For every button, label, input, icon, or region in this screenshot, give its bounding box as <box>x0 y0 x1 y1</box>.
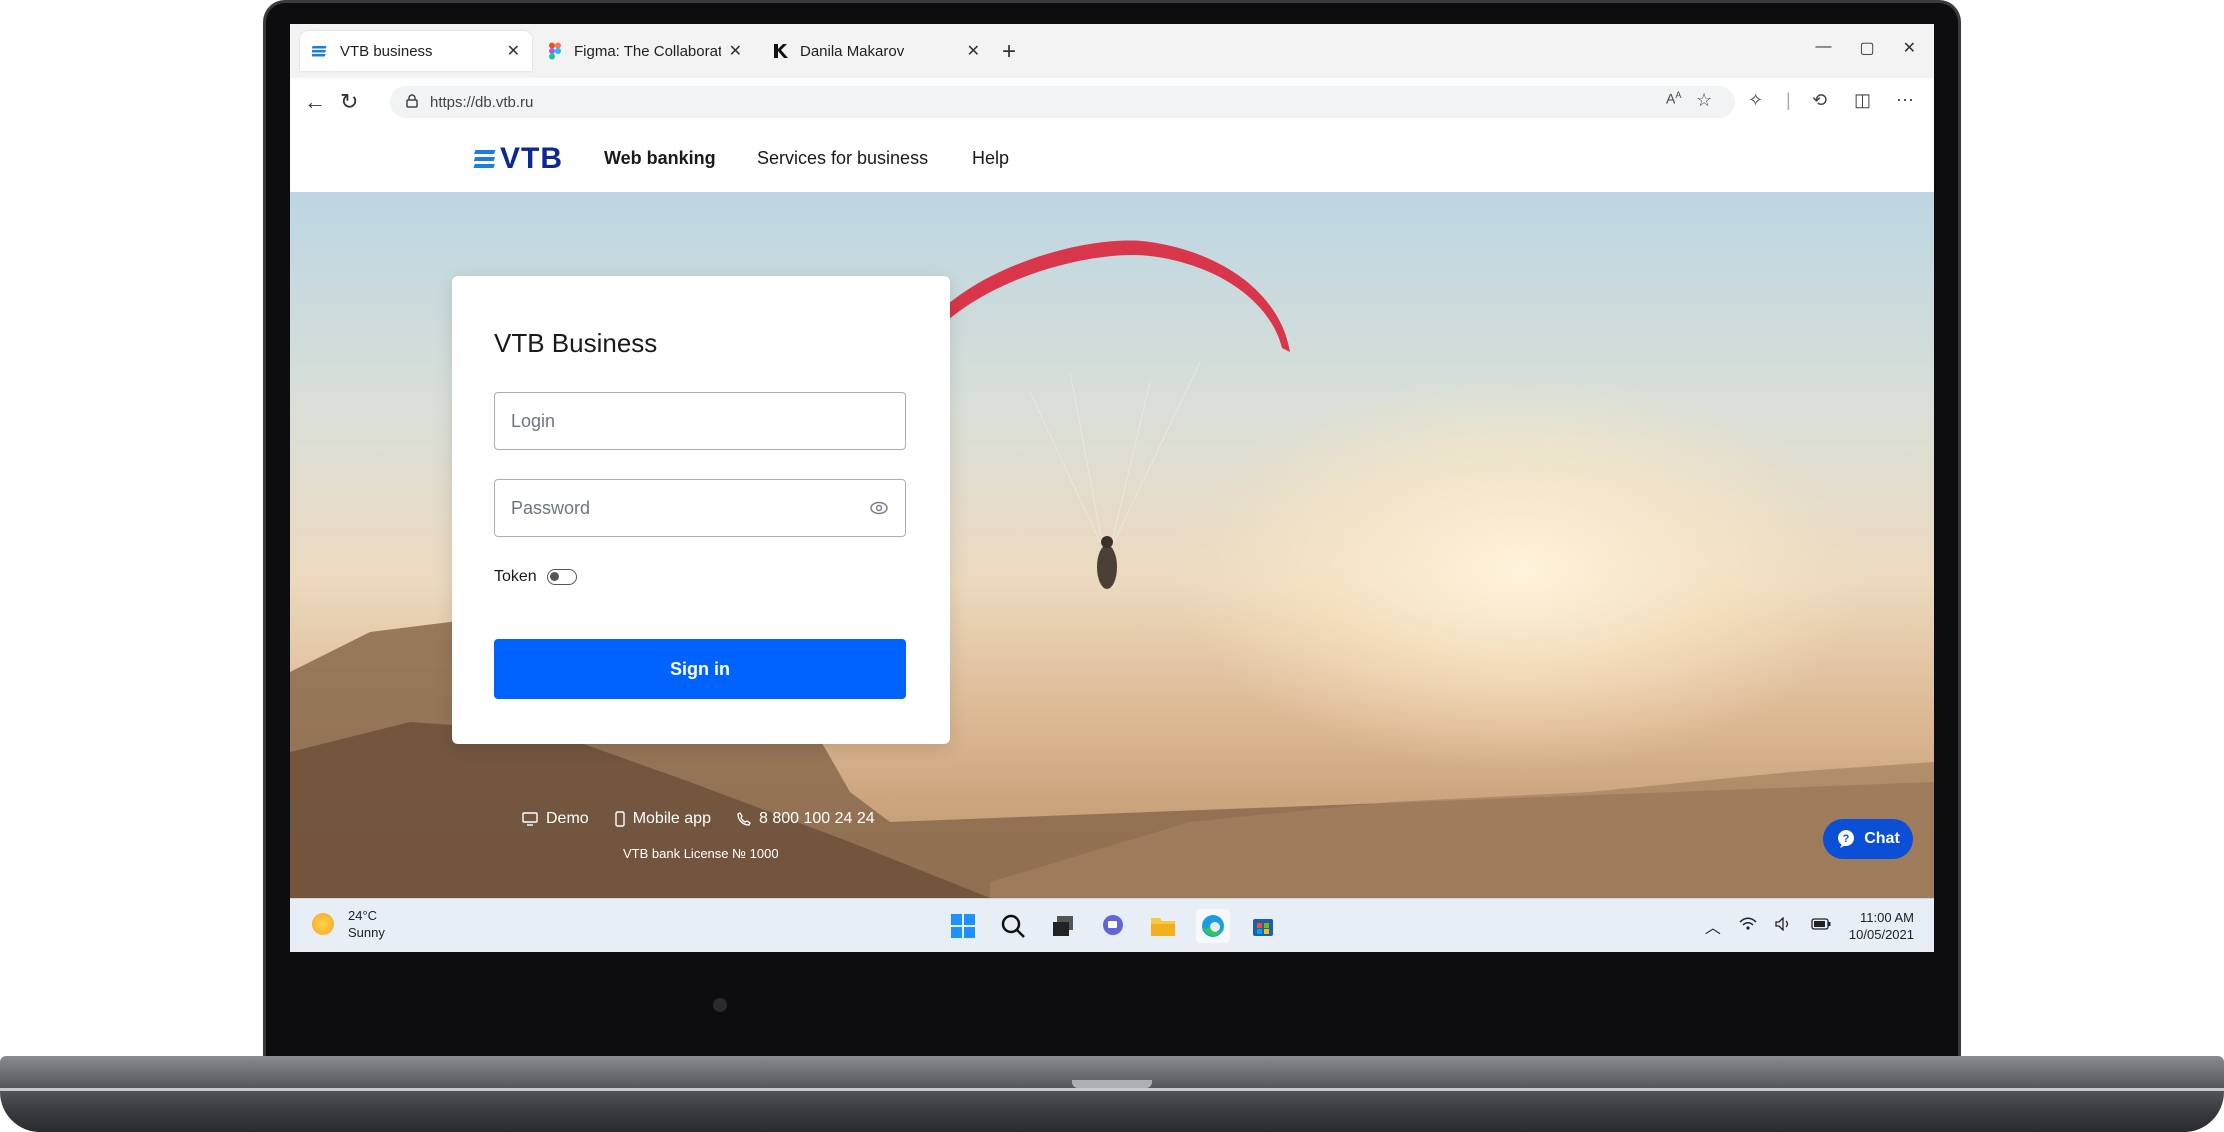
lock-icon <box>406 93 418 111</box>
phone-number: 8 800 100 24 24 <box>758 810 875 827</box>
file-explorer-icon[interactable] <box>1146 909 1180 943</box>
nav-services-for-business[interactable]: Services for business <box>757 148 928 169</box>
time: 11:00 AM <box>1860 910 1914 925</box>
tab-danila-makarov[interactable]: Danila Makarov ✕ <box>760 31 992 71</box>
split-screen-icon[interactable]: ◫ <box>1854 90 1871 111</box>
close-icon[interactable]: ✕ <box>967 41 980 61</box>
task-view-icon[interactable] <box>1046 909 1080 943</box>
logo-text: VTB <box>500 142 563 175</box>
paraglider <box>900 240 1290 589</box>
system-tray: ︿ 11:00 AM 10/05/2021 <box>1705 909 1914 943</box>
sign-in-button[interactable]: Sign in <box>494 639 906 699</box>
read-aloud-icon[interactable]: AA <box>1666 90 1681 107</box>
toggle-knob <box>549 572 559 581</box>
tab-vtb-business[interactable]: VTB business ✕ <box>300 31 532 71</box>
new-tab-button[interactable]: + <box>1002 38 1016 66</box>
danila-logo-icon <box>772 42 790 60</box>
chat-button[interactable]: ? Chat <box>1823 819 1913 859</box>
favorite-star-icon[interactable]: ☆ <box>1696 90 1712 111</box>
temperature: 24°C <box>348 908 378 923</box>
phone-device-icon <box>614 811 625 827</box>
vtb-logo-icon <box>310 42 330 60</box>
address-row: ← ↻ https://db.vtb.ru AA ☆ ✧ | ⟲ ◫ ⋯ <box>290 78 1934 127</box>
teams-chat-icon[interactable] <box>1096 909 1130 943</box>
mobile-app-link[interactable]: Mobile app <box>614 810 711 828</box>
site-header: VTB Web banking Services for business He… <box>290 126 1934 193</box>
close-window-icon[interactable]: ✕ <box>1903 38 1916 58</box>
tab-label: VTB business <box>340 42 433 60</box>
laptop-base <box>0 1056 2224 1132</box>
login-placeholder: Login <box>511 410 556 431</box>
monitor-icon <box>522 812 538 826</box>
token-row: Token <box>494 568 577 586</box>
collections-icon[interactable]: ⟲ <box>1812 90 1827 111</box>
windows-start-icon[interactable] <box>946 909 980 943</box>
mobile-app-label: Mobile app <box>632 810 711 827</box>
webcam <box>713 998 727 1012</box>
tab-figma[interactable]: Figma: The Collaborative ✕ <box>534 31 754 71</box>
svg-text:?: ? <box>1843 833 1850 845</box>
back-icon[interactable]: ← <box>304 89 326 115</box>
vtb-logo[interactable]: VTB <box>470 142 563 176</box>
edge-browser-icon[interactable] <box>1196 909 1230 943</box>
laptop-notch <box>1072 1080 1152 1088</box>
weather-widget[interactable]: 24°C Sunny <box>312 907 385 941</box>
refresh-icon[interactable]: ↻ <box>340 89 358 115</box>
clock[interactable]: 11:00 AM 10/05/2021 <box>1849 909 1914 943</box>
battery-icon[interactable] <box>1811 917 1831 935</box>
taskbar: 24°C Sunny ︿ 11:00 AM 10/05/2021 <box>290 898 1934 952</box>
extensions-icon[interactable]: ✧ <box>1748 90 1763 111</box>
taskbar-apps <box>946 909 1280 943</box>
search-icon[interactable] <box>996 909 1030 943</box>
tab-label: Figma: The Collaborative <box>574 42 721 60</box>
show-password-eye-icon[interactable] <box>869 498 889 518</box>
password-placeholder: Password <box>511 497 591 518</box>
address-bar[interactable]: https://db.vtb.ru <box>390 86 1735 118</box>
toolbar-divider: | <box>1786 90 1791 110</box>
maximize-icon[interactable]: ▢ <box>1859 38 1874 58</box>
figma-icon <box>546 42 564 60</box>
close-icon[interactable]: ✕ <box>507 41 520 61</box>
nav-web-banking[interactable]: Web banking <box>604 148 716 169</box>
weather-condition: Sunny <box>348 925 385 940</box>
demo-link[interactable]: Demo <box>522 810 589 828</box>
url-text: https://db.vtb.ru <box>430 93 534 111</box>
license-text: VTB bank License № 1000 <box>623 846 779 861</box>
tab-label: Danila Makarov <box>800 42 905 60</box>
login-field[interactable]: Login <box>494 392 906 450</box>
login-card: VTB Business Login Password Token Sign i… <box>452 276 950 744</box>
hero-background: VTB Business Login Password Token Sign i… <box>290 192 1934 898</box>
sunny-icon <box>312 913 334 935</box>
token-label: Token <box>494 568 537 585</box>
chat-bubble-icon: ? <box>1838 830 1855 848</box>
browser-tab-bar: VTB business ✕ Figma: The Collaborative … <box>290 24 1934 78</box>
footer-links: Demo Mobile app 8 800 100 24 24 <box>522 810 875 828</box>
more-menu-icon[interactable]: ⋯ <box>1896 90 1914 111</box>
demo-label: Demo <box>546 810 589 827</box>
phone-link[interactable]: 8 800 100 24 24 <box>737 810 875 828</box>
screen: VTB business ✕ Figma: The Collaborative … <box>290 24 1934 952</box>
minimize-icon[interactable]: — <box>1815 38 1831 58</box>
token-toggle[interactable] <box>546 569 577 585</box>
wifi-icon[interactable] <box>1739 917 1757 936</box>
store-icon[interactable] <box>1246 909 1280 943</box>
laptop-base-edge <box>0 1088 2224 1091</box>
password-field[interactable]: Password <box>494 479 906 537</box>
volume-icon[interactable] <box>1775 915 1793 936</box>
nav-help[interactable]: Help <box>972 148 1009 169</box>
chat-label: Chat <box>1864 830 1900 847</box>
close-icon[interactable]: ✕ <box>729 41 742 61</box>
window-controls: — ▢ ✕ <box>1815 38 1916 58</box>
phone-call-icon <box>737 812 751 826</box>
vtb-stripes-icon <box>473 150 496 168</box>
date: 10/05/2021 <box>1848 927 1914 942</box>
show-hidden-icons-chevron-icon[interactable]: ︿ <box>1705 914 1721 938</box>
login-title: VTB Business <box>494 328 658 358</box>
